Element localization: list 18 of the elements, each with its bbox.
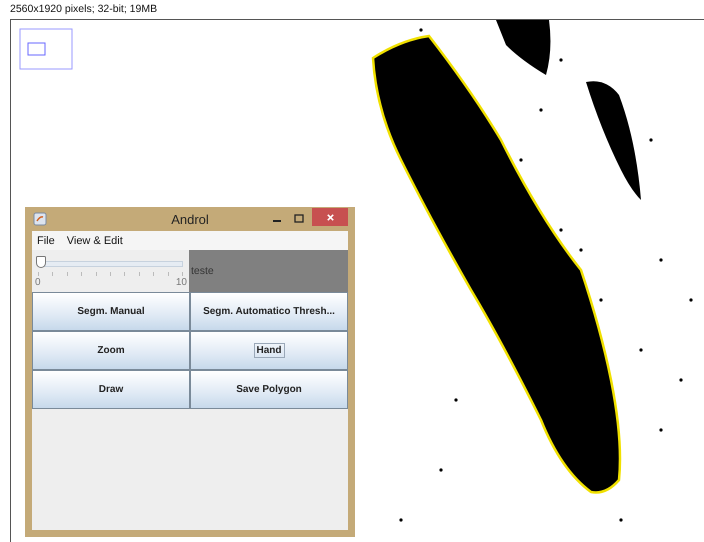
menu-item[interactable]: File [37,234,55,246]
maximize-icon[interactable] [293,213,305,225]
action-button[interactable]: Hand [190,331,348,370]
action-button[interactable]: Segm. Manual [32,292,190,331]
close-button[interactable] [312,208,348,226]
slider-thumb[interactable] [36,256,46,268]
slider-max-label: 10 [176,277,187,288]
panel-label: teste [191,265,214,277]
close-icon [326,212,334,222]
app-icon [33,212,47,226]
menu-item[interactable]: View & Edit [66,234,123,246]
action-button[interactable]: Draw [32,370,190,409]
slider-min-label: 0 [35,277,41,288]
action-button[interactable]: Save Polygon [190,370,348,409]
image-info-text: 2560x1920 pixels; 32-bit; 19MB [9,2,158,17]
action-button[interactable]: Segm. Automatico Thresh... [190,292,348,331]
action-button[interactable]: Zoom [32,331,190,370]
window-title: Androl [170,212,210,226]
